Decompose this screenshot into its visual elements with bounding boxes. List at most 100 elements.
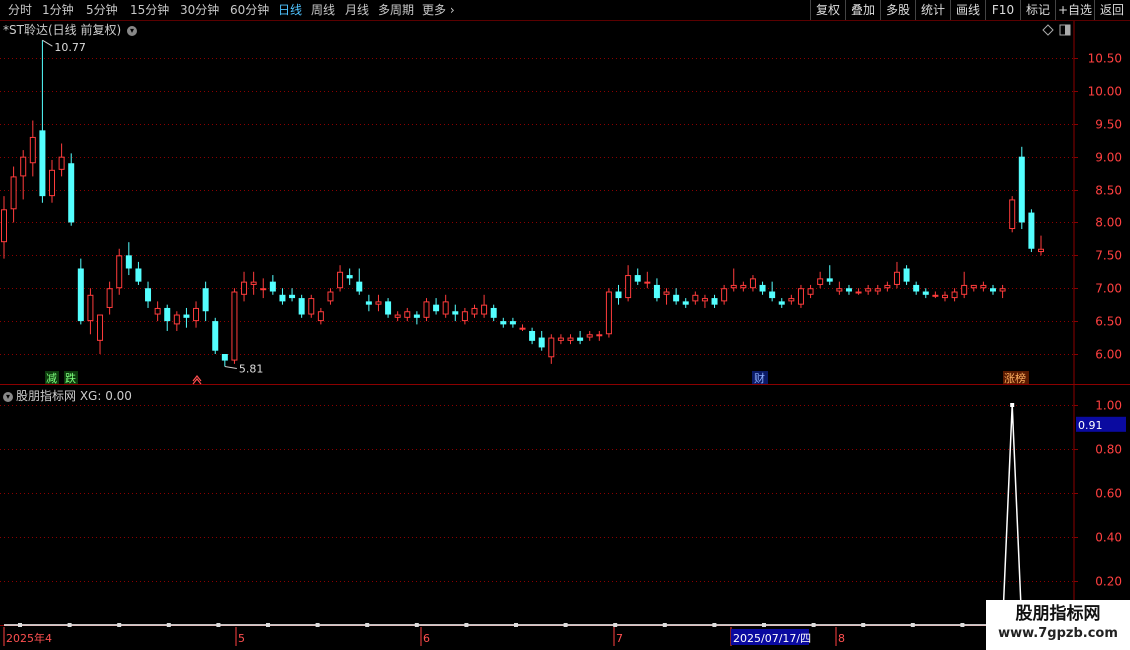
candle <box>913 281 920 295</box>
candle-body <box>385 301 392 315</box>
candle <box>269 275 276 295</box>
candle <box>653 278 660 302</box>
price-tick-label: 9.00 <box>1095 151 1122 165</box>
candle <box>279 288 286 305</box>
candle-body <box>845 288 852 292</box>
candle-body <box>289 294 296 299</box>
time-tick-mark <box>414 623 419 627</box>
candle <box>893 261 900 289</box>
candle <box>250 271 257 295</box>
candle <box>634 268 641 285</box>
panel-toggle-fill-icon <box>1065 25 1070 35</box>
time-tick-mark <box>662 623 667 627</box>
candle-body <box>865 288 872 292</box>
low-pointer <box>224 366 237 369</box>
candle-body <box>605 291 612 335</box>
candle <box>989 284 996 295</box>
candle-body <box>730 284 737 289</box>
candle-body <box>365 301 372 305</box>
candle-body <box>106 288 113 308</box>
candle <box>289 288 296 302</box>
indicator-tick-label: 0.40 <box>1095 531 1122 545</box>
candle-body <box>970 284 977 289</box>
watermark-title: 股朋指标网 <box>1015 604 1101 624</box>
candle-body <box>337 271 344 289</box>
candle <box>125 242 132 276</box>
candle <box>951 288 958 302</box>
candle-body <box>183 314 190 318</box>
candle-body <box>145 288 152 302</box>
candle <box>625 265 632 302</box>
candle <box>769 281 776 302</box>
candle <box>673 288 680 305</box>
candle-body <box>87 294 94 322</box>
candle-body <box>241 281 248 295</box>
time-tick-mark <box>910 623 915 627</box>
kline-chart[interactable]: 10.77 5.81 减跌 财 涨榜 0.91 10.50 10.00 9.50 9.00 8.… <box>0 0 1130 650</box>
time-axis-label: 5 <box>238 632 245 645</box>
candle-body <box>125 255 132 269</box>
candle-body <box>39 130 46 197</box>
candle <box>538 330 545 351</box>
price-tick-label: 10.00 <box>1088 85 1122 99</box>
candle-body <box>250 281 257 285</box>
candle <box>701 294 708 308</box>
candle-body <box>874 288 881 292</box>
candle <box>932 291 939 299</box>
candle-body <box>1 209 7 243</box>
candle-body <box>673 294 680 302</box>
candle <box>1 196 7 259</box>
candle <box>961 271 968 299</box>
watermark-url: www.7gpzb.com <box>998 626 1118 641</box>
candle <box>317 307 324 325</box>
chevron-down-icon[interactable]: ▾ <box>3 391 13 402</box>
reduce-marker: 减 <box>46 372 57 385</box>
candle-body <box>778 301 785 305</box>
candle <box>193 301 200 328</box>
candle-body <box>701 298 708 302</box>
panel-controls <box>1042 23 1072 37</box>
candle <box>586 330 593 341</box>
time-tick-mark <box>514 623 518 627</box>
candle <box>740 281 747 292</box>
candle-body <box>433 304 440 312</box>
indicator-tick-label: 1.00 <box>1095 399 1122 413</box>
time-tick-mark <box>266 623 270 627</box>
indicator-tick-label: 0.60 <box>1095 487 1122 501</box>
candle <box>615 284 622 305</box>
time-tick-mark <box>811 623 816 627</box>
candle <box>394 311 401 322</box>
candle-body <box>625 275 632 299</box>
time-tick-mark <box>861 623 866 627</box>
candle <box>778 298 785 308</box>
diamond-icon[interactable] <box>1042 24 1054 36</box>
candle-body <box>826 278 833 282</box>
price-tick-label: 6.00 <box>1095 348 1122 362</box>
candle <box>97 314 104 354</box>
candle <box>173 311 180 331</box>
candle <box>346 268 353 285</box>
candle-body <box>644 281 651 284</box>
candle <box>519 324 526 331</box>
candle <box>577 330 584 345</box>
chevron-down-icon[interactable]: ▾ <box>126 25 137 36</box>
candle-body <box>49 169 56 197</box>
candle <box>903 265 910 285</box>
candle-body <box>442 301 449 315</box>
candle-body <box>951 291 958 299</box>
high-price-label: 10.77 <box>54 41 86 54</box>
candle <box>845 284 852 295</box>
candle <box>490 304 497 322</box>
candle <box>433 298 440 315</box>
time-axis-label: 6 <box>423 632 430 645</box>
candle <box>20 150 27 200</box>
time-tick-mark <box>712 623 717 627</box>
candle-body <box>740 284 747 289</box>
candle <box>365 294 372 312</box>
candle-body <box>97 314 104 341</box>
candle <box>1018 146 1025 230</box>
candle-body <box>1009 199 1016 230</box>
candle <box>106 281 113 315</box>
xg-peak-point <box>1010 403 1015 407</box>
candle-body <box>20 156 27 177</box>
